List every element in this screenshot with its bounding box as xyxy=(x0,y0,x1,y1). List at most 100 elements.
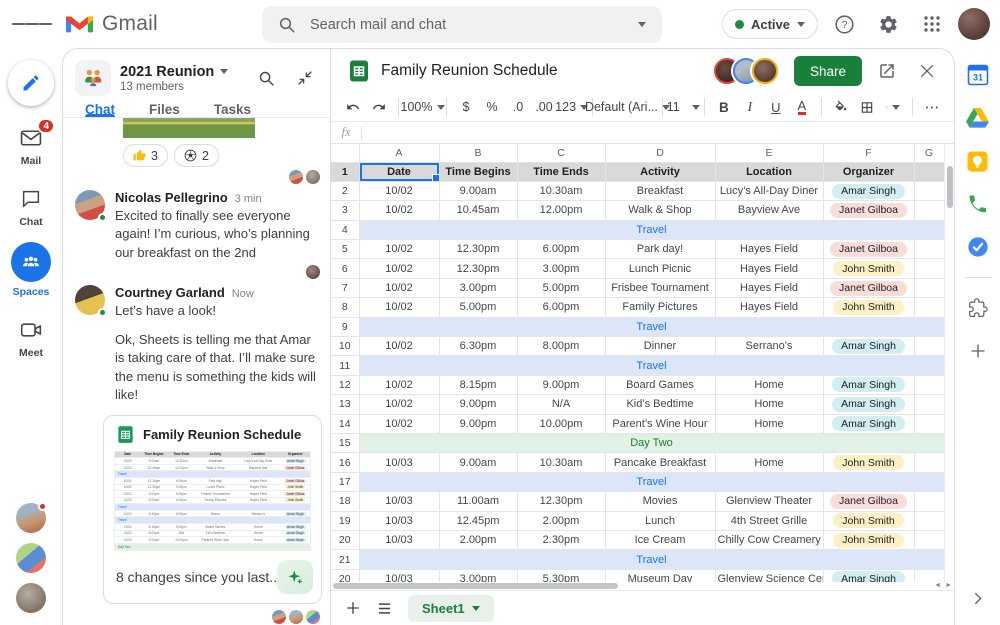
sheet-cell[interactable]: 9.00am xyxy=(439,181,518,202)
chat-search-icon[interactable] xyxy=(251,63,281,93)
increase-decimal-button[interactable]: .00 xyxy=(532,95,556,119)
sheet-cell[interactable]: Movies xyxy=(605,491,716,512)
column-header-F[interactable]: F xyxy=(823,144,915,163)
scroll-arrows[interactable]: ◄ ► xyxy=(934,582,952,589)
sheet-cell[interactable]: Amar Singh xyxy=(823,375,915,396)
row-number[interactable]: 8 xyxy=(331,297,360,318)
row-number[interactable]: 7 xyxy=(331,278,360,299)
compose-button[interactable] xyxy=(8,60,54,106)
sheet-cell[interactable]: John Smith xyxy=(823,452,915,473)
sheet-cell[interactable]: Location xyxy=(715,162,824,182)
sheet-cell[interactable]: Glenview Theater xyxy=(715,491,824,512)
row-number[interactable]: 11 xyxy=(331,355,360,376)
search-input[interactable] xyxy=(310,16,624,33)
sheet-cell[interactable] xyxy=(914,511,945,531)
row-number[interactable]: 18 xyxy=(331,491,360,512)
column-header-A[interactable]: A xyxy=(359,144,440,163)
sheet-cell[interactable] xyxy=(914,181,945,202)
sheet-cell[interactable]: 12.30pm xyxy=(439,239,518,260)
add-sheet-icon[interactable] xyxy=(345,600,361,616)
sheet-cell[interactable] xyxy=(914,297,945,318)
sheet-cell[interactable]: Day Two xyxy=(359,433,945,454)
sidebar-item-meet[interactable]: Meet xyxy=(11,317,51,359)
sheet-cell[interactable]: Park day! xyxy=(605,239,716,260)
sheet-cell[interactable] xyxy=(914,239,945,260)
sheet-cell[interactable]: Travel xyxy=(359,549,945,570)
sheet-cell[interactable]: Board Games xyxy=(605,375,716,396)
recent-chat-avatar[interactable] xyxy=(16,583,46,613)
sheet-cell[interactable]: N/A xyxy=(517,394,606,415)
sheet-cell[interactable]: Home xyxy=(715,452,824,473)
sheet-cell[interactable]: 10/02 xyxy=(359,181,440,202)
grid-corner[interactable] xyxy=(331,144,360,163)
sheet-cell[interactable]: 3.00pm xyxy=(439,569,518,582)
sheet-cell[interactable]: 4th Street Grille xyxy=(715,511,824,531)
italic-button[interactable]: I xyxy=(738,95,762,119)
sheet-cell[interactable]: 2.00pm xyxy=(439,530,518,551)
sheet-cell[interactable] xyxy=(914,530,945,551)
sheet-cell[interactable] xyxy=(914,258,945,279)
sheet-cell[interactable]: Kid’s Bedtime xyxy=(605,394,716,415)
sidebar-item-mail[interactable]: 4 Mail xyxy=(11,118,55,167)
sheet-cell[interactable]: 10.45am xyxy=(439,200,518,221)
search-bar[interactable] xyxy=(262,6,662,43)
sheet-cell[interactable] xyxy=(914,452,945,473)
column-header-C[interactable]: C xyxy=(517,144,606,163)
document-title[interactable]: Family Reunion Schedule xyxy=(381,62,711,80)
sender-avatar[interactable] xyxy=(75,190,107,222)
underline-button[interactable]: U xyxy=(764,95,788,119)
sheet-cell[interactable]: 10.00pm xyxy=(517,414,606,434)
sheet-cell[interactable]: 10/02 xyxy=(359,200,440,221)
sheet-cell[interactable]: 5.00pm xyxy=(439,297,518,318)
formula-bar[interactable]: fx xyxy=(331,122,954,144)
sheet-cell[interactable]: 8.15pm xyxy=(439,375,518,396)
row-number[interactable]: 20 xyxy=(331,530,360,551)
search-options-caret-icon[interactable] xyxy=(638,22,646,27)
sheet-cell[interactable]: 6.00pm xyxy=(517,239,606,260)
sheet-cell[interactable]: Amar Singh xyxy=(823,569,915,582)
row-number[interactable]: 6 xyxy=(331,258,360,279)
sheet-cell[interactable]: Time Ends xyxy=(517,162,606,182)
sheet-cell[interactable] xyxy=(914,336,945,357)
row-number[interactable]: 20 xyxy=(331,569,360,582)
font-size-select[interactable]: 11 xyxy=(667,95,700,119)
sheet-cell[interactable]: Travel xyxy=(359,472,945,493)
sheet-cell[interactable]: Janet Gilboa xyxy=(823,200,915,221)
reaction-thumbs-up[interactable]: 3 xyxy=(123,144,168,167)
sheet-cell[interactable]: John Smith xyxy=(823,297,915,318)
row-number[interactable]: 17 xyxy=(331,472,360,493)
sheet-cell[interactable]: Lunch Picnic xyxy=(605,258,716,279)
space-name-menu[interactable]: 2021 Reunion xyxy=(120,64,242,80)
tab-chat[interactable]: Chat xyxy=(85,102,115,117)
borders-icon[interactable] xyxy=(855,95,879,119)
tab-files[interactable]: Files xyxy=(149,102,180,117)
row-number[interactable]: 10 xyxy=(331,336,360,357)
row-number[interactable]: 4 xyxy=(331,220,360,241)
voice-phone-icon[interactable] xyxy=(965,191,991,217)
sheet-cell[interactable]: 12.45pm xyxy=(439,511,518,531)
sheet-cell[interactable]: Time Begins xyxy=(439,162,518,182)
sheet-cell[interactable]: 10/02 xyxy=(359,336,440,357)
sheet-cell[interactable]: Amar Singh xyxy=(823,414,915,434)
sheet-cell[interactable]: 10/03 xyxy=(359,452,440,473)
row-number[interactable]: 12 xyxy=(331,375,360,396)
row-number[interactable]: 1 xyxy=(331,162,360,182)
recent-chat-avatar[interactable] xyxy=(16,502,47,533)
sheet-cell[interactable]: John Smith xyxy=(823,530,915,551)
sheet-cell[interactable]: Hayes Field xyxy=(715,297,824,318)
sheet-cell[interactable]: 10/03 xyxy=(359,569,440,582)
sheet-cell[interactable]: 9.00pm xyxy=(439,414,518,434)
tasks-icon[interactable] xyxy=(965,234,991,260)
sheet-cell[interactable]: Amar Singh xyxy=(823,394,915,415)
sheet-file-card[interactable]: Family Reunion Schedule Date Time Begins T… xyxy=(103,414,322,605)
sheet-cell[interactable]: Breakfast xyxy=(605,181,716,202)
shared-photo-thumbnail[interactable] xyxy=(123,118,255,138)
sheet-cell[interactable]: Bayview Ave xyxy=(715,200,824,221)
sheet-cell[interactable]: 10/02 xyxy=(359,394,440,415)
sheet-cell[interactable]: John Smith xyxy=(823,511,915,531)
format-currency-button[interactable]: $ xyxy=(454,95,478,119)
bold-button[interactable]: B xyxy=(712,95,736,119)
sheet-cell[interactable]: Lucy’s All-Day Diner xyxy=(715,181,824,202)
sheet-cell[interactable]: Frisbee Tournament xyxy=(605,278,716,299)
zoom-select[interactable]: 100% xyxy=(401,95,445,119)
